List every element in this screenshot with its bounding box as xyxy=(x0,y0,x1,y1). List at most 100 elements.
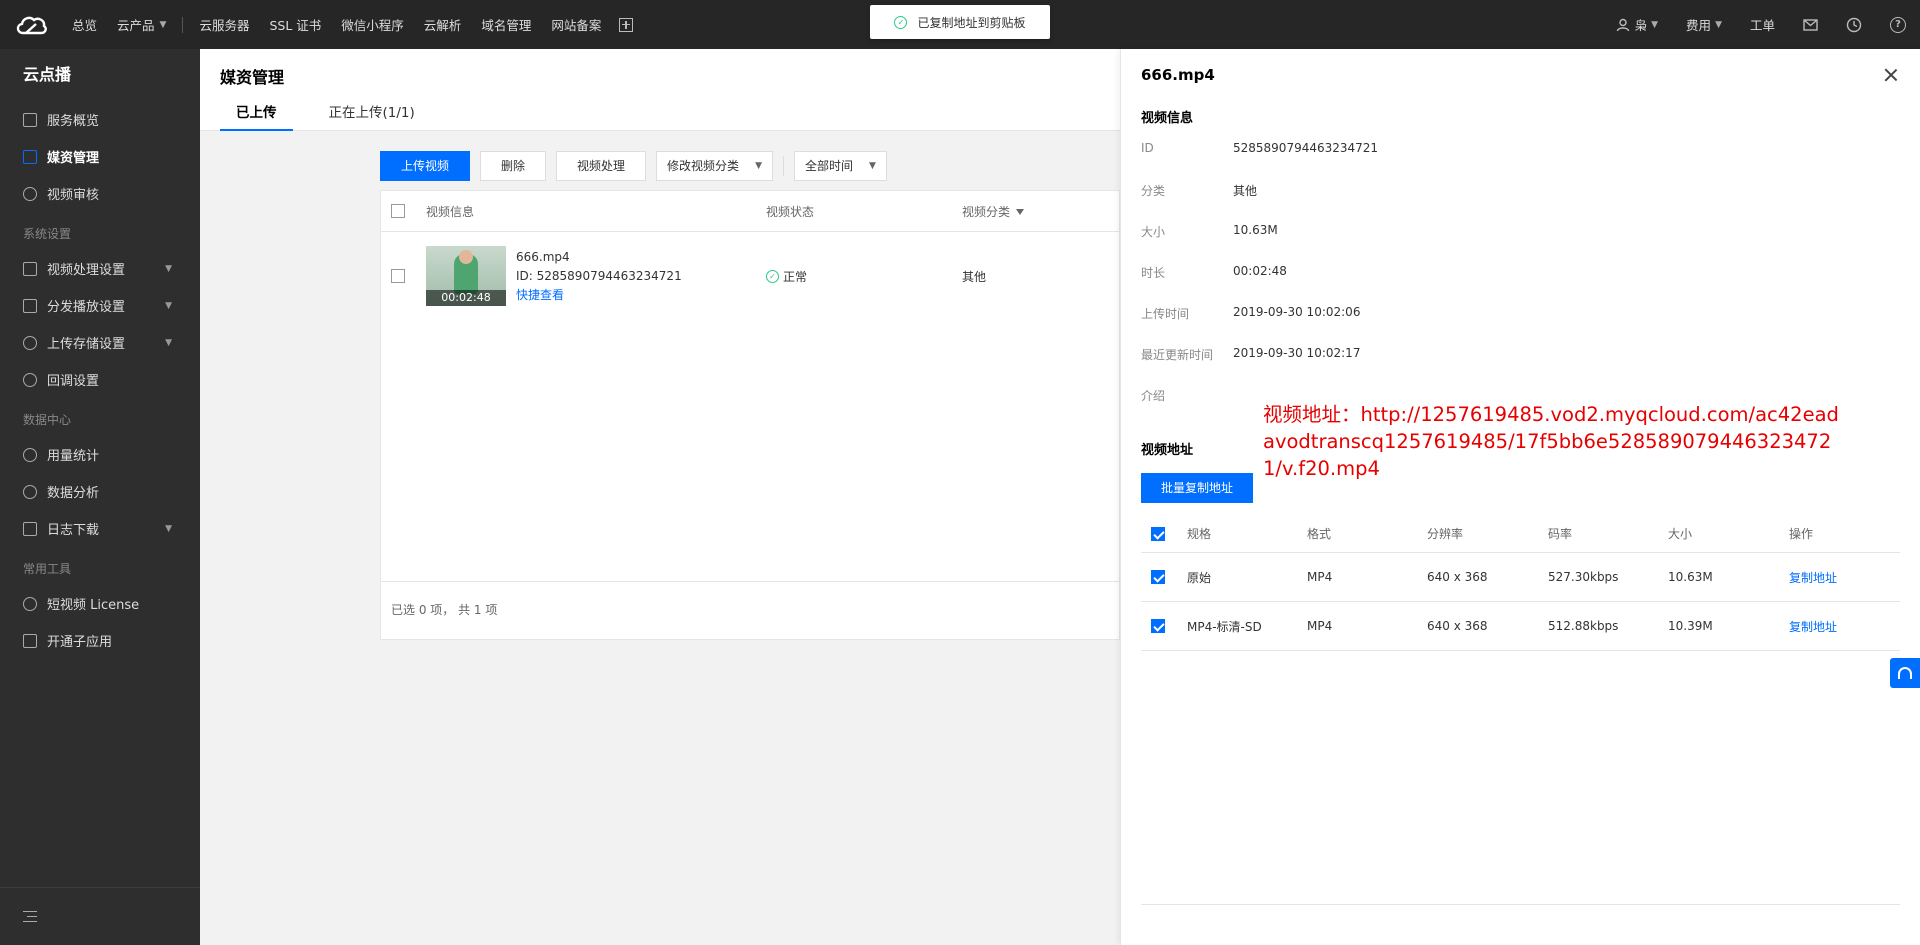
sidebar-item-analytics[interactable]: 数据分析 xyxy=(0,473,200,510)
tab-uploading[interactable]: 正在上传(1/1) xyxy=(313,101,431,131)
nav-ssl[interactable]: SSL 证书 xyxy=(259,0,331,49)
spec-table: 规格 格式 分辨率 码率 大小 操作 原始 MP4 640 x 368 527.… xyxy=(1141,515,1900,651)
status-badge: ✓ 正常 xyxy=(766,268,962,285)
billing-menu[interactable]: 费用 ▼ xyxy=(1672,0,1736,49)
nav-cvm[interactable]: 云服务器 xyxy=(189,0,259,49)
close-icon[interactable] xyxy=(1884,68,1898,82)
info-row-intro: 介绍 xyxy=(1141,389,1166,403)
info-row-upload-time: 上传时间 2019-09-30 10:02:06 xyxy=(1141,305,1361,321)
success-check-icon: ✓ xyxy=(894,15,908,29)
sidebar-item-distribution-settings[interactable]: 分发播放设置 ▼ xyxy=(0,287,200,324)
tab-uploaded[interactable]: 已上传 xyxy=(220,101,293,131)
chevron-down-icon: ▼ xyxy=(869,161,876,171)
copy-url-link[interactable]: 复制地址 xyxy=(1789,618,1869,635)
spec-value: 原始 xyxy=(1187,570,1212,585)
col-video-category[interactable]: 视频分类 xyxy=(962,203,1112,220)
sidebar-footer xyxy=(0,887,200,945)
upload-video-button[interactable]: 上传视频 xyxy=(380,151,471,181)
video-thumbnail[interactable]: 00:02:48 xyxy=(426,246,506,306)
chevron-down-icon: ▼ xyxy=(165,523,172,534)
nav-cloud-products[interactable]: 云产品 ▼ xyxy=(107,0,176,49)
spec-table-header: 规格 格式 分辨率 码率 大小 操作 xyxy=(1141,515,1900,553)
info-row-duration: 时长 00:02:48 xyxy=(1141,264,1287,280)
resolution-value: 640 x 368 xyxy=(1427,619,1488,633)
table-footer: 已选 0 项， 共 1 项 xyxy=(381,581,1119,639)
batch-copy-button[interactable]: 批量复制地址 xyxy=(1141,473,1254,503)
quick-view-link[interactable]: 快捷查看 xyxy=(516,286,682,305)
info-row-id: ID 5285890794463234721 xyxy=(1141,141,1379,155)
col-spec: 规格 xyxy=(1187,527,1212,541)
nav-icp[interactable]: 网站备案 xyxy=(541,0,611,49)
sidebar-item-overview[interactable]: 服务概览 xyxy=(0,101,200,138)
page-header: 媒资管理 已上传 正在上传(1/1) xyxy=(200,49,1120,131)
callback-icon xyxy=(23,372,37,387)
user-icon xyxy=(1616,18,1629,31)
video-url-title: 视频地址 xyxy=(1141,443,1194,458)
table-header: 视频信息 视频状态 视频分类 xyxy=(381,191,1119,232)
ticket-link[interactable]: 工单 xyxy=(1736,0,1789,49)
chevron-down-icon: ▼ xyxy=(165,300,172,311)
collapse-sidebar-icon[interactable] xyxy=(23,911,37,922)
calendar-icon xyxy=(23,521,37,536)
user-menu[interactable]: 枭 ▼ xyxy=(1602,0,1672,49)
sidebar-item-subapp[interactable]: 开通子应用 xyxy=(0,622,200,659)
time-range-select[interactable]: 全部时间 ▼ xyxy=(793,151,887,181)
video-name: 666.mp4 xyxy=(516,249,570,264)
select-all-spec-checkbox[interactable] xyxy=(1151,526,1165,541)
help-button[interactable]: ? xyxy=(1876,0,1920,49)
video-duration: 00:02:48 xyxy=(426,290,506,306)
mail-icon xyxy=(1803,18,1818,31)
sidebar-item-usage[interactable]: 用量统计 xyxy=(0,436,200,473)
recent-button[interactable] xyxy=(1832,0,1876,49)
bitrate-value: 527.30kbps xyxy=(1548,570,1619,584)
analytics-icon xyxy=(23,484,37,499)
change-category-select[interactable]: 修改视频分类 ▼ xyxy=(656,151,773,181)
col-video-status: 视频状态 xyxy=(766,204,815,219)
copy-url-link[interactable]: 复制地址 xyxy=(1789,569,1869,586)
bitrate-value: 512.88kbps xyxy=(1548,619,1619,633)
sidebar-item-license[interactable]: 短视频 License xyxy=(0,585,200,622)
mail-button[interactable] xyxy=(1789,0,1832,49)
sidebar-group-data: 数据中心 xyxy=(23,413,72,427)
sidebar: 云点播 服务概览 媒资管理 视频审核 系统设置 视频处理设置 ▼ 分发播放设置 ▼ … xyxy=(0,49,200,945)
grid-icon xyxy=(23,112,37,127)
copy-success-toast: ✓ 已复制地址到剪贴板 xyxy=(870,5,1050,39)
size-value: 10.39M xyxy=(1668,619,1713,633)
nav-overview[interactable]: 总览 xyxy=(62,0,107,49)
col-action: 操作 xyxy=(1789,527,1814,541)
sidebar-group-system: 系统设置 xyxy=(23,227,72,241)
cloud-logo-icon[interactable] xyxy=(0,0,62,49)
row-checkbox[interactable] xyxy=(391,269,405,283)
row-checkbox[interactable] xyxy=(1151,619,1165,633)
nav-dns[interactable]: 云解析 xyxy=(414,0,472,49)
col-format: 格式 xyxy=(1307,527,1332,541)
divider xyxy=(782,156,784,176)
chevron-down-icon: ▼ xyxy=(159,19,167,30)
row-checkbox[interactable] xyxy=(1151,570,1165,584)
add-shortcut-icon[interactable] xyxy=(619,17,634,32)
thumbnail-head xyxy=(459,250,473,264)
play-square-icon xyxy=(23,149,37,164)
process-video-button[interactable]: 视频处理 xyxy=(556,151,647,181)
nav-domain[interactable]: 域名管理 xyxy=(471,0,541,49)
chevron-down-icon: ▼ xyxy=(165,337,172,348)
sidebar-item-review[interactable]: 视频审核 xyxy=(0,175,200,212)
chevron-down-icon: ▼ xyxy=(165,263,172,274)
size-value: 10.63M xyxy=(1668,570,1713,584)
filter-icon[interactable] xyxy=(1016,209,1025,215)
sidebar-item-process-settings[interactable]: 视频处理设置 ▼ xyxy=(0,250,200,287)
layers-icon xyxy=(23,633,37,648)
info-row-size: 大小 10.63M xyxy=(1141,223,1278,239)
customer-support-button[interactable] xyxy=(1890,658,1920,688)
video-url-annotation: 视频地址：http://1257619485.vod2.myqcloud.com… xyxy=(1263,403,1839,480)
divider xyxy=(1141,904,1900,905)
select-all-checkbox[interactable] xyxy=(391,204,405,218)
sidebar-item-logs[interactable]: 日志下载 ▼ xyxy=(0,510,200,547)
help-icon: ? xyxy=(1890,16,1906,33)
col-size: 大小 xyxy=(1668,527,1693,541)
sidebar-item-media[interactable]: 媒资管理 xyxy=(0,138,200,175)
sidebar-item-callback[interactable]: 回调设置 xyxy=(0,361,200,398)
sidebar-item-storage-settings[interactable]: 上传存储设置 ▼ xyxy=(0,324,200,361)
delete-button[interactable]: 删除 xyxy=(480,151,547,181)
nav-mini-program[interactable]: 微信小程序 xyxy=(331,0,414,49)
